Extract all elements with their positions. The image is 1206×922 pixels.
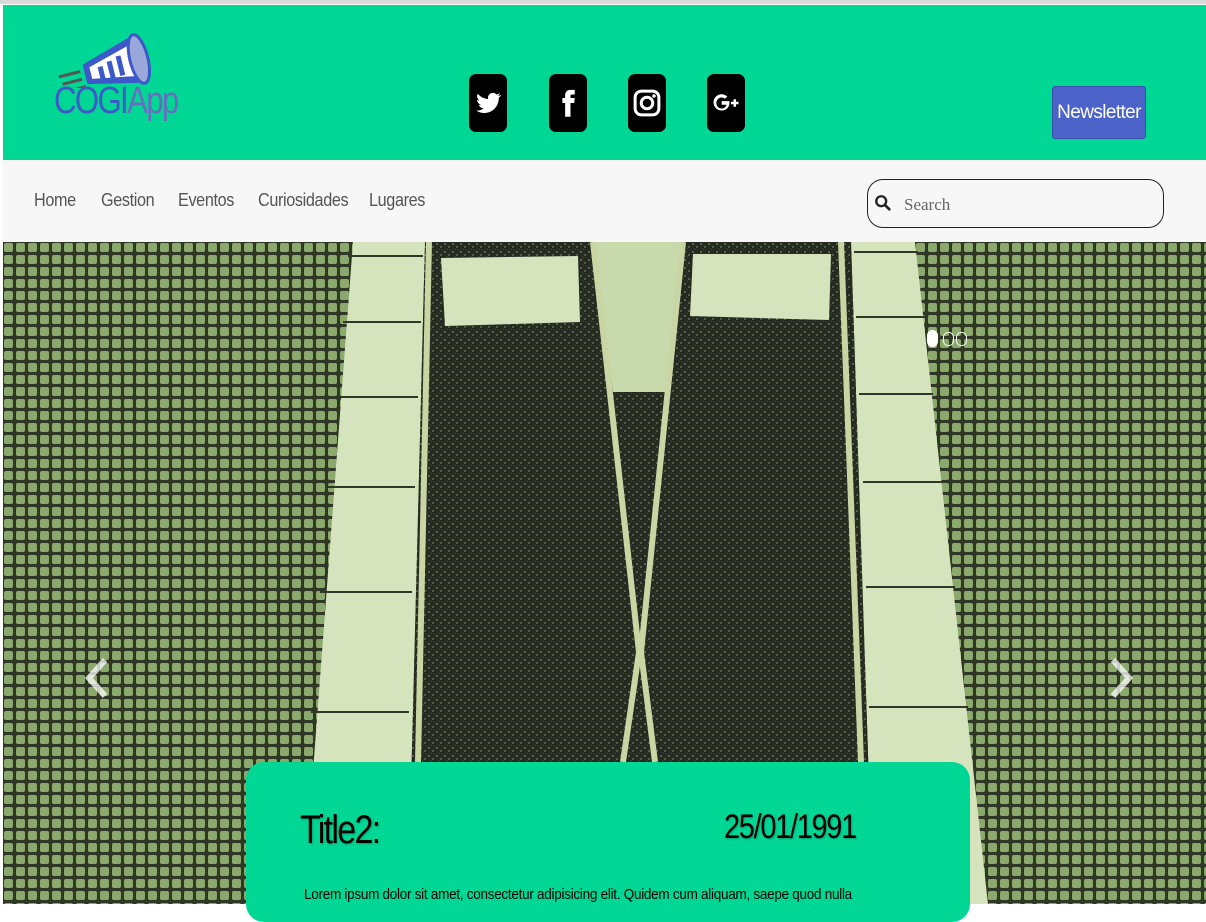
nav-item-eventos[interactable]: Eventos — [178, 190, 234, 211]
twitter-icon — [476, 92, 502, 113]
newsletter-button[interactable]: Newsletter — [1052, 86, 1146, 139]
nav-item-gestion[interactable]: Gestion — [101, 190, 155, 211]
carousel-prev-arrow-icon[interactable] — [83, 656, 113, 700]
google-plus-icon — [713, 94, 739, 111]
logo-text-app: App — [127, 80, 179, 122]
top-border — [0, 0, 1206, 4]
logo-text: COGIApp — [54, 80, 179, 123]
cogiapp-logo[interactable]: COGIApp — [48, 18, 188, 138]
caption-text: Lorem ipsum dolor sit amet, consectetur … — [304, 886, 852, 903]
search-icon[interactable] — [874, 194, 892, 212]
instagram-link[interactable] — [628, 74, 666, 132]
search-input[interactable] — [902, 190, 1156, 220]
google-plus-link[interactable] — [707, 74, 745, 132]
caption-date: 25/01/1991 — [724, 808, 857, 846]
nav-item-curiosidades[interactable]: Curiosidades — [258, 190, 349, 211]
nav-item-lugares[interactable]: Lugares — [369, 190, 425, 211]
nav-item-home[interactable]: Home — [34, 190, 76, 211]
facebook-link[interactable] — [549, 74, 587, 132]
instagram-icon — [633, 89, 661, 117]
carousel-indicator-1[interactable] — [927, 330, 938, 347]
carousel-indicator-3[interactable] — [956, 332, 967, 346]
facebook-icon — [562, 89, 575, 117]
megaphone-icon — [58, 33, 151, 93]
carousel-next-arrow-icon[interactable] — [1105, 656, 1135, 700]
search-box — [867, 179, 1164, 228]
caption-title: Title2: — [300, 808, 381, 852]
logo-text-cogi: COGI — [54, 80, 129, 122]
carousel-indicator-2[interactable] — [943, 332, 954, 346]
twitter-link[interactable] — [469, 74, 507, 132]
